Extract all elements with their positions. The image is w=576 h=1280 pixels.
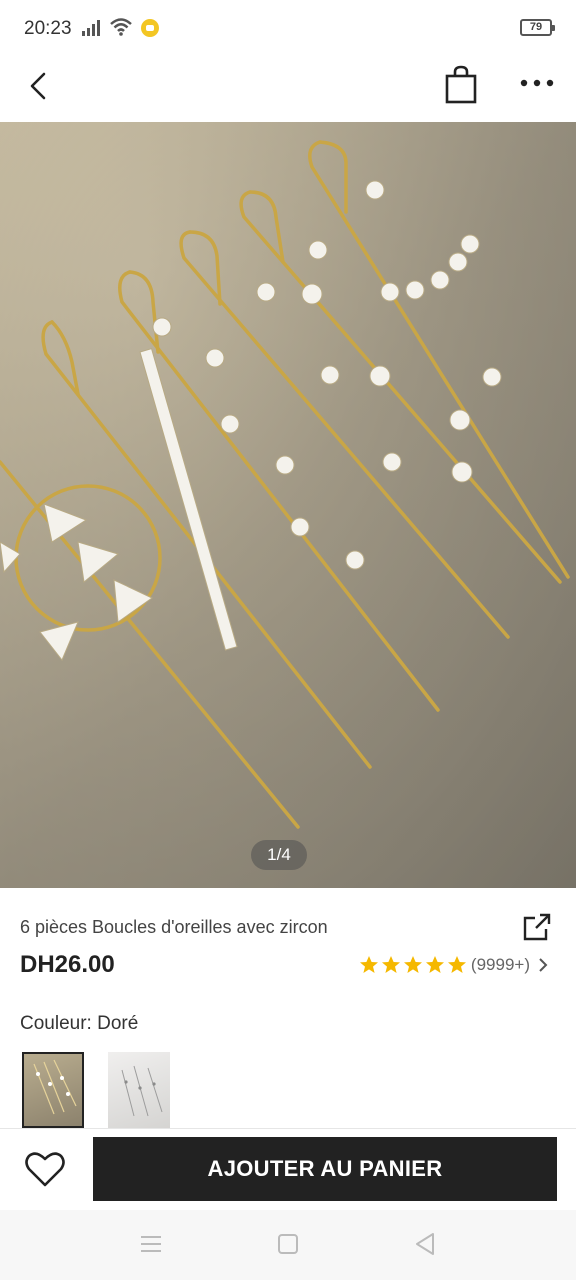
color-swatch-silver[interactable]: [108, 1052, 170, 1128]
more-dots-icon[interactable]: [516, 68, 558, 98]
heart-icon[interactable]: [24, 1149, 66, 1189]
swatch-thumbnail: [33, 1059, 77, 1115]
notification-icon: [141, 19, 159, 37]
color-swatch-gold[interactable]: [22, 1052, 84, 1128]
product-price: DH26.00: [20, 951, 115, 978]
rating-stars: [359, 955, 467, 975]
shopping-bag-icon[interactable]: [442, 64, 480, 104]
rating-summary[interactable]: (9999+): [359, 954, 550, 976]
share-icon[interactable]: [522, 912, 552, 942]
wifi-icon: [110, 18, 132, 36]
swatch-thumbnail: [121, 1065, 163, 1117]
star-icon: [425, 956, 444, 973]
product-info: 6 pièces Boucles d'oreilles avec zircon …: [0, 888, 576, 1128]
product-image[interactable]: 1/4: [0, 122, 576, 888]
menu-icon[interactable]: [140, 1234, 162, 1254]
color-label: Couleur: Doré: [20, 1013, 139, 1034]
back-triangle-icon[interactable]: [414, 1232, 436, 1256]
earrings-photo: [0, 122, 576, 888]
add-to-cart-button[interactable]: AJOUTER AU PANIER: [93, 1137, 557, 1201]
image-pager: 1/4: [251, 840, 307, 870]
chevron-right-icon: [539, 958, 548, 972]
star-icon: [359, 956, 378, 973]
top-nav: [0, 58, 576, 122]
status-time: 20:23: [24, 18, 72, 39]
battery-icon: 79: [520, 19, 555, 36]
review-count: (9999+): [470, 955, 530, 974]
star-icon: [447, 956, 466, 973]
back-icon[interactable]: [22, 68, 58, 104]
signal-icon: [82, 20, 100, 36]
status-bar: 20:23 79: [0, 0, 576, 58]
product-title: 6 pièces Boucles d'oreilles avec zircon: [20, 917, 328, 937]
home-icon[interactable]: [278, 1234, 298, 1254]
star-icon: [403, 956, 422, 973]
cart-bar: AJOUTER AU PANIER: [0, 1128, 576, 1210]
system-nav-bar: [0, 1210, 576, 1280]
star-icon: [381, 956, 400, 973]
